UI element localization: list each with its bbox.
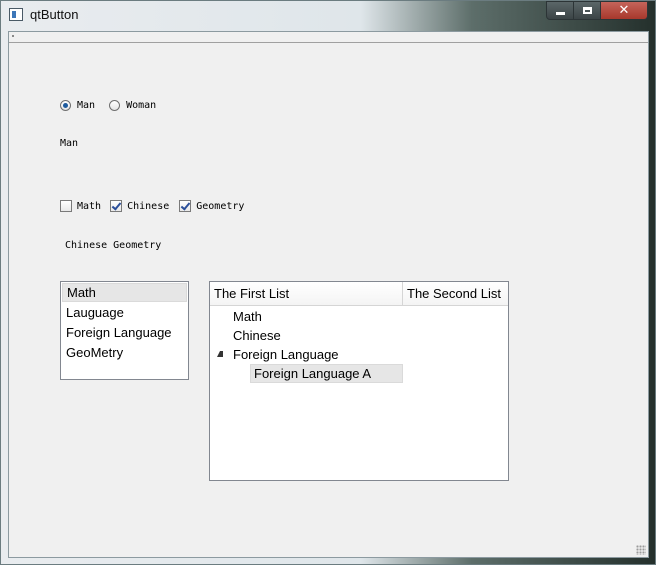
minimize-button[interactable]: [546, 1, 574, 20]
tree-column-header-first[interactable]: The First List: [210, 282, 403, 305]
tree-item-label: Foreign Language: [233, 347, 339, 362]
tree-child-item[interactable]: Foreign Language A: [210, 364, 508, 383]
radio-man-label: Man: [77, 100, 96, 111]
checkbox-math[interactable]: Math: [60, 200, 101, 212]
maximize-button[interactable]: [574, 1, 601, 20]
close-icon: ✕: [618, 3, 630, 18]
radio-woman-indicator[interactable]: [109, 100, 121, 111]
checkbox-geometry-box[interactable]: [179, 200, 192, 212]
checkbox-math-box[interactable]: [60, 200, 72, 212]
expand-arrow-icon[interactable]: [217, 351, 223, 357]
radio-man-indicator[interactable]: [60, 100, 71, 111]
tree-column-header-second[interactable]: The Second List: [403, 282, 508, 305]
menu-bar[interactable]: [9, 32, 648, 43]
radio-woman[interactable]: Woman: [109, 100, 156, 111]
client-area: Man Woman Man Math Chinese Geometry Chin…: [8, 31, 649, 558]
title-bar[interactable]: qtButton ✕: [1, 1, 655, 29]
radio-woman-label: Woman: [126, 100, 157, 111]
checkbox-chinese-box[interactable]: [110, 200, 123, 212]
list-item[interactable]: Lauguage: [62, 303, 187, 322]
tree-item[interactable]: Foreign Language: [210, 345, 508, 364]
close-button[interactable]: ✕: [601, 1, 648, 20]
gender-result-label: Man: [60, 138, 79, 149]
checkbox-geometry[interactable]: Geometry: [179, 200, 244, 212]
list-item[interactable]: GeoMetry: [62, 343, 187, 362]
tree-item-label: Chinese: [233, 328, 281, 343]
list-item[interactable]: Foreign Language: [62, 323, 187, 342]
gender-group: Man Woman: [60, 100, 156, 111]
maximize-icon: [582, 7, 592, 14]
tree-item[interactable]: Chinese: [210, 326, 508, 345]
list-item[interactable]: Math: [62, 283, 187, 302]
window-title: qtButton: [30, 7, 79, 22]
checkbox-geometry-label: Geometry: [196, 200, 245, 212]
checkbox-chinese-label: Chinese: [127, 200, 170, 212]
radio-man[interactable]: Man: [60, 100, 95, 111]
subject-list[interactable]: Math Lauguage Foreign Language GeoMetry: [60, 281, 189, 380]
window-controls: ✕: [546, 1, 648, 21]
size-grip[interactable]: [636, 545, 646, 555]
app-window: qtButton ✕ Man Woman Man Math Chinese Ge…: [0, 0, 656, 565]
tree-child-item-label: Foreign Language A: [250, 364, 403, 383]
checkbox-chinese[interactable]: Chinese: [110, 200, 169, 212]
subjects-group: Math Chinese Geometry: [60, 200, 244, 212]
tree-item[interactable]: Math: [210, 307, 508, 326]
subjects-result-label: Chinese Geometry: [65, 240, 162, 251]
tree-header: The First List The Second List: [210, 282, 508, 306]
app-icon: [9, 8, 23, 21]
tree-body: Math Chinese Foreign Language Foreign La…: [210, 306, 508, 383]
checkbox-math-label: Math: [77, 200, 102, 212]
tree-item-label: Math: [233, 309, 262, 324]
minimize-icon: [555, 11, 565, 15]
tree-view[interactable]: The First List The Second List Math Chin…: [209, 281, 509, 481]
